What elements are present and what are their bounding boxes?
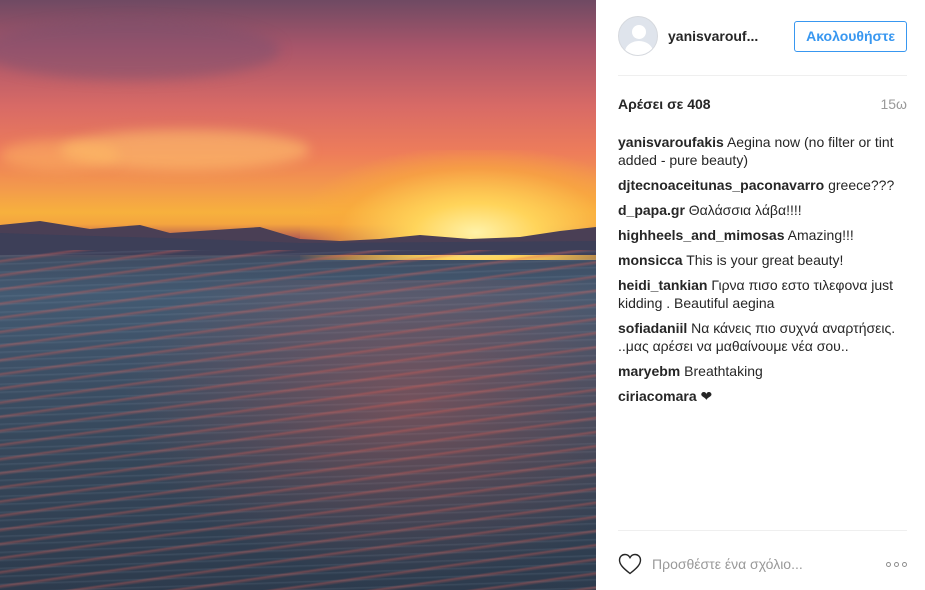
divider — [618, 75, 907, 76]
comment-author[interactable]: djtecnoaceitunas_paconavarro — [618, 177, 824, 193]
sky-cloud — [0, 20, 280, 80]
mountains-silhouette — [0, 221, 596, 255]
comment-item: d_papa.gr Θαλάσσια λάβα!!!! — [618, 201, 907, 219]
author-username[interactable]: yanisvarouf... — [668, 28, 758, 44]
comment-text: ❤ — [700, 388, 713, 404]
default-avatar-icon[interactable] — [618, 16, 658, 56]
comment-item: monsicca This is your great beauty! — [618, 251, 907, 269]
heart-icon[interactable] — [618, 553, 642, 575]
comment-author[interactable]: highheels_and_mimosas — [618, 227, 785, 243]
more-options-icon[interactable] — [886, 561, 907, 567]
comment-item: maryebm Breathtaking — [618, 362, 907, 380]
divider — [618, 530, 907, 531]
comment-item: highheels_and_mimosas Amazing!!! — [618, 226, 907, 244]
comment-author[interactable]: yanisvaroufakis — [618, 134, 724, 150]
comment-author[interactable]: ciriacomara — [618, 388, 697, 404]
comment-item: djtecnoaceitunas_paconavarro greece??? — [618, 176, 907, 194]
comment-text: Amazing!!! — [787, 227, 854, 243]
comment-item: ciriacomara ❤ — [618, 387, 907, 405]
comment-author[interactable]: monsicca — [618, 252, 683, 268]
follow-button[interactable]: Ακολουθήστε — [794, 20, 907, 52]
comment-item: yanisvaroufakis Aegina now (no filter or… — [618, 133, 907, 169]
comment-item: heidi_tankian Γιρνα πισο εστο τιλεφονα j… — [618, 276, 907, 312]
comment-author[interactable]: sofiadaniil — [618, 320, 687, 336]
comment-text: greece??? — [828, 177, 895, 193]
water-glow — [120, 280, 596, 580]
likes-row: Αρέσει σε 408 15ω — [618, 96, 907, 112]
comments-list: yanisvaroufakis Aegina now (no filter or… — [618, 133, 907, 412]
comment-text: Θαλάσσια λάβα!!!! — [688, 202, 802, 218]
comment-footer — [618, 552, 907, 576]
comment-text: Breathtaking — [684, 363, 763, 379]
comment-author[interactable]: heidi_tankian — [618, 277, 707, 293]
comment-item: sofiadaniil Να κάνεις πιο συχνά αναρτήσε… — [618, 319, 907, 355]
comment-author[interactable]: maryebm — [618, 363, 680, 379]
post-photo[interactable] — [0, 0, 596, 590]
comment-text: This is your great beauty! — [686, 252, 844, 268]
sky-cloud — [0, 140, 120, 170]
likes-count[interactable]: Αρέσει σε 408 — [618, 96, 711, 112]
post-time[interactable]: 15ω — [880, 96, 907, 112]
comment-author[interactable]: d_papa.gr — [618, 202, 685, 218]
post-details-panel: yanisvarouf... Ακολουθήστε Αρέσει σε 408… — [596, 0, 925, 590]
post-header: yanisvarouf... Ακολουθήστε — [618, 16, 907, 56]
add-comment-input[interactable] — [652, 556, 886, 572]
